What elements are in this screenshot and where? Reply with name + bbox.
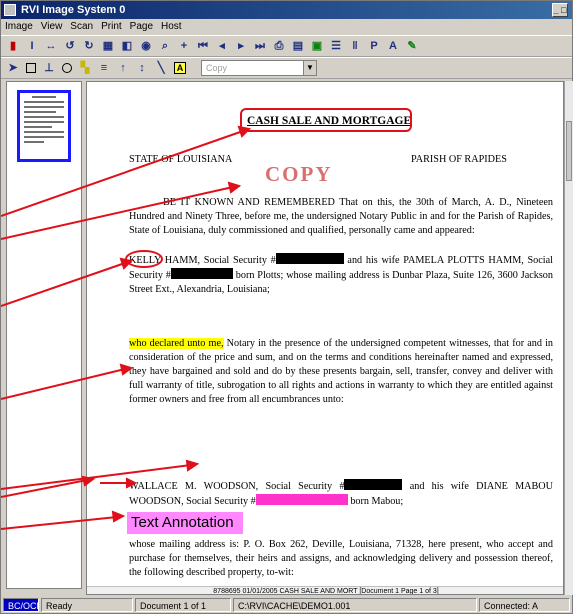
print-icon[interactable]: ⎙: [273, 40, 285, 52]
bars-icon[interactable]: ‖: [349, 40, 361, 52]
page-thumbnail[interactable]: [17, 90, 71, 162]
sellers-text-a: HAMM, Social Security #: [160, 255, 276, 266]
marker-icon[interactable]: ✎: [406, 40, 418, 52]
paragraph-address: whose mailing address is: P. O. Box 262,…: [129, 539, 553, 578]
arrow-up-icon[interactable]: ↑: [117, 62, 129, 74]
paragraph-buyers: WALLACE M. WOODSON, Social Security # an…: [129, 479, 553, 509]
paragraph-intro: BE IT KNOWN AND REMEMBERED That on this,…: [129, 197, 553, 236]
prev-page-icon[interactable]: ◂: [216, 40, 228, 52]
document-viewer[interactable]: CASH SALE AND MORTGAGE STATE OF LOUISIAN…: [86, 81, 564, 595]
document-footer: 8788695 01/01/2005 CASH SALE AND MORT [D…: [87, 586, 563, 594]
chevron-down-icon[interactable]: ▼: [303, 61, 316, 75]
bookmark-icon[interactable]: I: [26, 40, 38, 52]
title-rectangle-annotation[interactable]: [240, 108, 412, 132]
text-box-icon[interactable]: A: [174, 62, 186, 74]
vertical-scrollbar[interactable]: [564, 81, 573, 595]
bookmark-red-icon[interactable]: ▮: [7, 40, 19, 52]
last-page-icon[interactable]: ⏭: [254, 40, 266, 52]
copy-stamp-annotation[interactable]: COPY: [265, 164, 333, 185]
paragraph-sellers: KELLY HAMM, Social Security # and his wi…: [129, 253, 553, 297]
menu-view[interactable]: View: [41, 19, 63, 35]
rectangle-icon[interactable]: [26, 63, 36, 73]
app-window: RVI Image System 0 _ □ Image View Scan P…: [0, 0, 573, 614]
crosshair-icon[interactable]: +: [178, 40, 190, 52]
double-arrow-icon[interactable]: ↕: [136, 62, 148, 74]
menu-page[interactable]: Page: [130, 19, 153, 35]
thumbnail-pane: [6, 81, 82, 589]
status-mode: BC/OCR: [3, 598, 39, 612]
stamp-icon[interactable]: ⊥: [43, 62, 55, 74]
select-arrow-icon[interactable]: ➤: [7, 62, 19, 74]
menu-print[interactable]: Print: [101, 19, 122, 35]
redaction-block[interactable]: [344, 479, 403, 490]
highlight-icon[interactable]: ☰: [330, 40, 342, 52]
rotate-right-icon[interactable]: ↻: [83, 40, 95, 52]
status-ready: Ready: [41, 598, 133, 612]
status-connection: Connected: A: [479, 598, 570, 612]
thumbnails-icon[interactable]: ▦: [102, 40, 114, 52]
ellipse-icon[interactable]: [62, 63, 72, 73]
annotate-icon[interactable]: ▣: [311, 40, 323, 52]
thumbnail-page: [20, 93, 68, 159]
status-document: Document 1 of 1: [135, 598, 231, 612]
menu-bar: Image View Scan Print Page Host: [1, 19, 572, 35]
parish-heading: PARISH OF RAPIDES: [411, 154, 507, 165]
title-bar: RVI Image System 0 _ □: [1, 1, 572, 19]
status-bar: BC/OCR Ready Document 1 of 1 C:\RVI\CACH…: [1, 597, 572, 613]
next-page-icon[interactable]: ▸: [235, 40, 247, 52]
diagonal-line-icon[interactable]: ╲: [155, 62, 167, 74]
buyers-text-c: born Mabou;: [347, 496, 404, 507]
stamp-text-combo[interactable]: Copy ▼: [201, 60, 317, 76]
document-page: CASH SALE AND MORTGAGE STATE OF LOUISIAN…: [87, 82, 563, 594]
paragraph-declaration: who declared unto me, Notary in the pres…: [129, 337, 553, 407]
text-a-icon[interactable]: A: [387, 40, 399, 52]
buyers-text-a: WALLACE M. WOODSON, Social Security #: [129, 481, 345, 492]
highlighter-icon[interactable]: ▚: [79, 62, 91, 74]
redaction-block[interactable]: [170, 268, 233, 279]
stamp-text-value: Copy: [206, 63, 228, 73]
page-width-icon[interactable]: ↔: [45, 40, 57, 52]
redaction-block[interactable]: [275, 253, 344, 264]
pen-icon[interactable]: P: [368, 40, 380, 52]
rotate-left-icon[interactable]: ↺: [64, 40, 76, 52]
scan-icon[interactable]: ◧: [121, 40, 133, 52]
menu-scan[interactable]: Scan: [70, 19, 93, 35]
state-heading: STATE OF LOUISIANA: [129, 154, 233, 165]
menu-image[interactable]: Image: [5, 19, 33, 35]
magenta-redaction-block[interactable]: [255, 494, 348, 505]
window-controls-button[interactable]: _ □: [552, 3, 568, 17]
highlight-annotation[interactable]: who declared unto me,: [129, 338, 224, 349]
menu-host[interactable]: Host: [161, 19, 182, 35]
annotation-toolbar: ➤ ⊥ ▚ ≡ ↑ ↕ ╲ A Copy ▼: [1, 57, 572, 79]
main-toolbar: ▮ I ↔ ↺ ↻ ▦ ◧ ◉ ⌕ + ⏮ ◂ ▸ ⏭ ⎙ ▤ ▣ ☰ ‖ P …: [1, 35, 572, 57]
first-page-icon[interactable]: ⏮: [197, 40, 209, 52]
scrollbar-thumb[interactable]: [566, 121, 572, 181]
status-path: C:\RVI\CACHE\DEMO1.001: [233, 598, 477, 612]
window-title: RVI Image System 0: [21, 4, 126, 16]
camera-icon[interactable]: ◉: [140, 40, 152, 52]
text-annotation[interactable]: Text Annotation: [127, 512, 243, 534]
ellipse-annotation[interactable]: [125, 250, 163, 268]
zoom-icon[interactable]: ⌕: [159, 40, 171, 52]
app-icon: [4, 4, 16, 16]
fax-icon[interactable]: ▤: [292, 40, 304, 52]
lines-icon[interactable]: ≡: [98, 62, 110, 74]
